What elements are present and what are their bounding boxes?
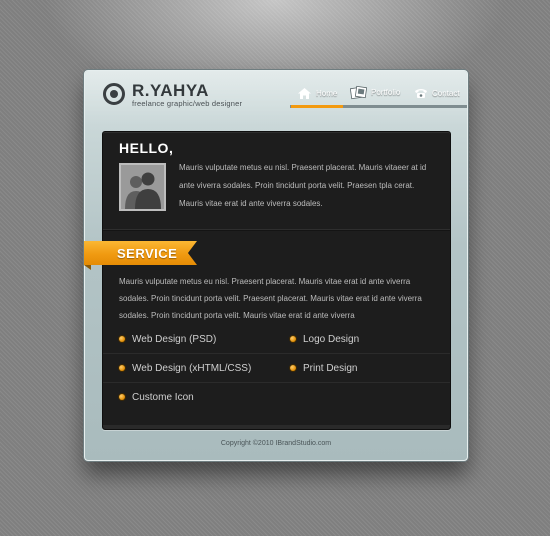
service-item[interactable]: Print Design — [290, 354, 357, 382]
service-item-label: Print Design — [303, 362, 358, 374]
service-item-label: Custome Icon — [132, 391, 194, 403]
logo-icon[interactable] — [103, 83, 125, 105]
service-item[interactable]: Web Design (xHTML/CSS) — [119, 354, 251, 382]
service-heading: SERVICE — [117, 245, 178, 261]
service-text: Mauris vulputate metus eu nisl. Praesent… — [119, 277, 422, 320]
ribbon-fold — [84, 265, 91, 270]
bullet-icon — [290, 336, 296, 342]
nav-item-portfolio[interactable]: Portfolio — [350, 82, 400, 102]
nav-active-indicator — [291, 105, 343, 108]
service-row: Custome Icon — [103, 383, 450, 411]
phone-icon — [414, 87, 428, 99]
nav-item-home[interactable]: Home — [297, 83, 337, 103]
content-panel: HELLO, Mauris vulputate metus eu nisl. P… — [84, 131, 451, 430]
nav-item-contact-label: Contact — [432, 88, 460, 98]
intro-text: Mauris vulputate metus eu nisl. Praesent… — [179, 163, 427, 208]
service-row: Web Design (PSD) Logo Design — [103, 325, 450, 354]
nav-item-contact[interactable]: Contact — [414, 83, 460, 103]
site-card: R.YAHYA freelance graphic/web designer H… — [84, 70, 468, 461]
bullet-icon — [290, 365, 296, 371]
brand-tagline: freelance graphic/web designer — [132, 99, 243, 108]
section-divider — [103, 229, 450, 231]
service-item[interactable]: Web Design (PSD) — [119, 325, 216, 353]
bullet-icon — [119, 394, 125, 400]
brand-name[interactable]: R.YAHYA — [132, 81, 209, 101]
nav-item-home-label: Home — [316, 88, 338, 98]
home-icon — [297, 87, 312, 100]
service-item-label: Logo Design — [303, 333, 360, 345]
bullet-icon — [119, 336, 125, 342]
service-item[interactable]: Custome Icon — [119, 383, 194, 411]
bullet-icon — [119, 365, 125, 371]
footer-copyright: Copyright ©2010 IBrandStudio.com — [220, 440, 332, 447]
service-item-label: Web Design (PSD) — [132, 333, 217, 345]
person-silhouette-icon — [121, 165, 164, 209]
service-item[interactable]: Logo Design — [290, 325, 359, 353]
service-list: Web Design (PSD) Logo Design Web Design … — [103, 325, 450, 411]
nav-item-portfolio-label: Portfolio — [371, 87, 401, 97]
intro-heading: HELLO, — [119, 140, 174, 156]
service-item-label: Web Design (xHTML/CSS) — [132, 362, 252, 374]
portfolio-icon — [350, 85, 367, 100]
avatar — [119, 163, 166, 211]
service-row: Web Design (xHTML/CSS) Print Design — [103, 354, 450, 383]
service-ribbon: SERVICE — [84, 241, 197, 265]
